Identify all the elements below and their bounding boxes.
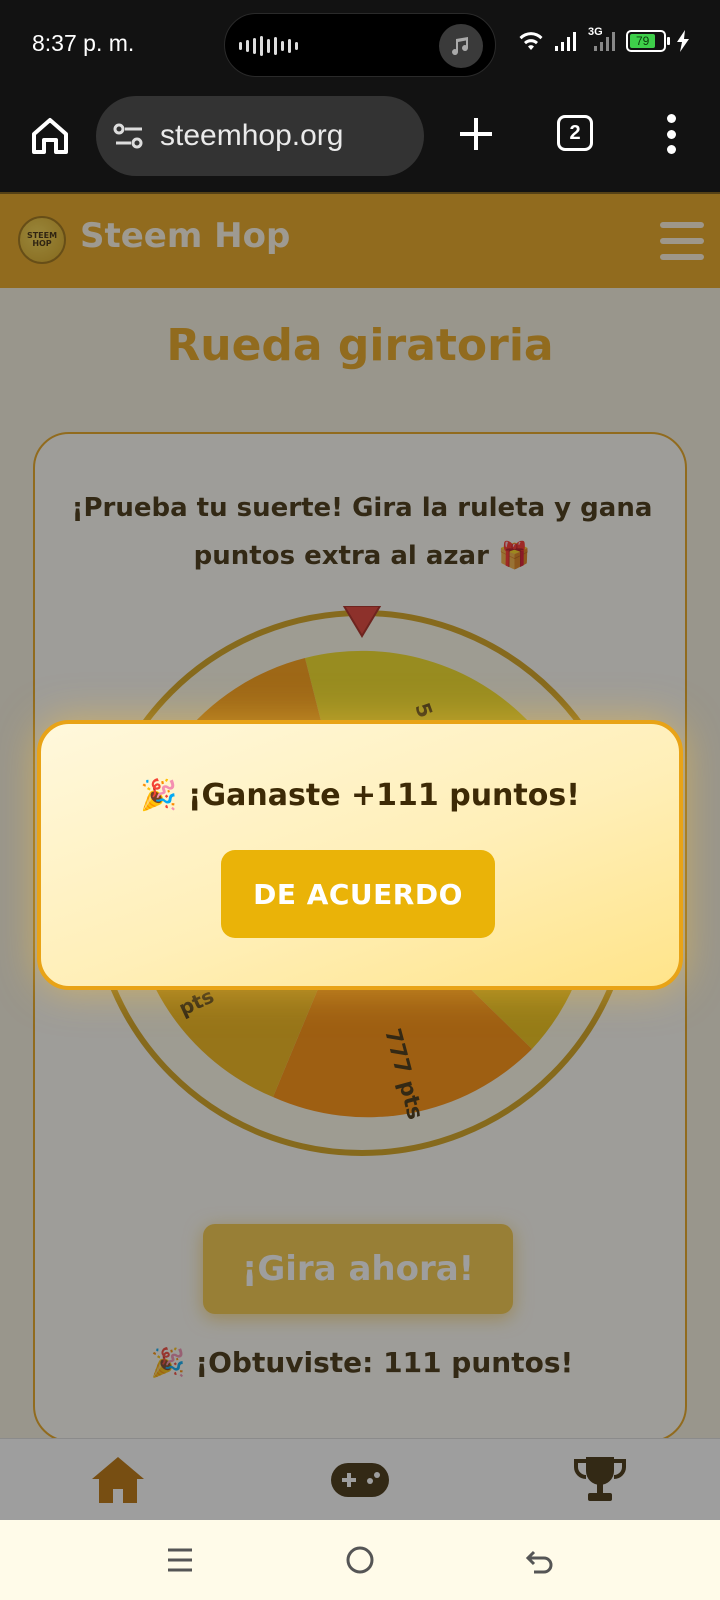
site-settings-icon[interactable]: [112, 122, 146, 150]
reward-message: 🎉 ¡Ganaste +111 puntos!: [140, 778, 580, 813]
menu-dot: [666, 114, 676, 123]
browser-menu-button[interactable]: [664, 114, 678, 154]
signal-icon: [555, 32, 576, 51]
battery-icon: 79: [626, 30, 670, 52]
status-bar: 8:37 p. m. 3G 79: [0, 0, 720, 90]
menu-dot: [666, 145, 676, 154]
charging-bolt-icon: [677, 30, 689, 52]
circle-home-icon: [346, 1546, 374, 1574]
reward-modal: 🎉 ¡Ganaste +111 puntos! DE ACUERDO: [37, 720, 683, 990]
browser-home-button[interactable]: [26, 112, 74, 160]
status-time: 8:37 p. m.: [32, 30, 135, 56]
recent-apps-icon: [168, 1548, 192, 1572]
battery-level: 79: [630, 34, 656, 48]
wifi-icon: [519, 32, 543, 50]
back-arrow-icon: [525, 1550, 553, 1574]
signal-3g-icon: 3G: [588, 26, 616, 52]
menu-dot: [666, 129, 676, 139]
confirm-button[interactable]: DE ACUERDO: [221, 850, 495, 938]
plus-icon: [460, 118, 492, 150]
address-bar[interactable]: steemhop.org: [96, 96, 424, 176]
media-island[interactable]: [224, 13, 496, 77]
tab-switcher-button[interactable]: 2: [557, 115, 593, 151]
url-text: steemhop.org: [160, 119, 344, 152]
new-tab-button[interactable]: [456, 114, 496, 154]
music-note-icon[interactable]: [439, 24, 483, 68]
back-button[interactable]: [520, 1542, 560, 1578]
system-navigation: [0, 1520, 720, 1600]
home-system-button[interactable]: [340, 1542, 380, 1578]
browser-toolbar: steemhop.org 2: [0, 90, 720, 192]
audio-wave-icon: [239, 36, 298, 56]
recent-apps-button[interactable]: [160, 1542, 200, 1578]
web-page: STEEM HOP Steem Hop Rueda giratoria ¡Pru…: [0, 192, 720, 1520]
status-indicators: 3G 79: [518, 26, 690, 52]
home-outline-icon: [32, 118, 68, 154]
